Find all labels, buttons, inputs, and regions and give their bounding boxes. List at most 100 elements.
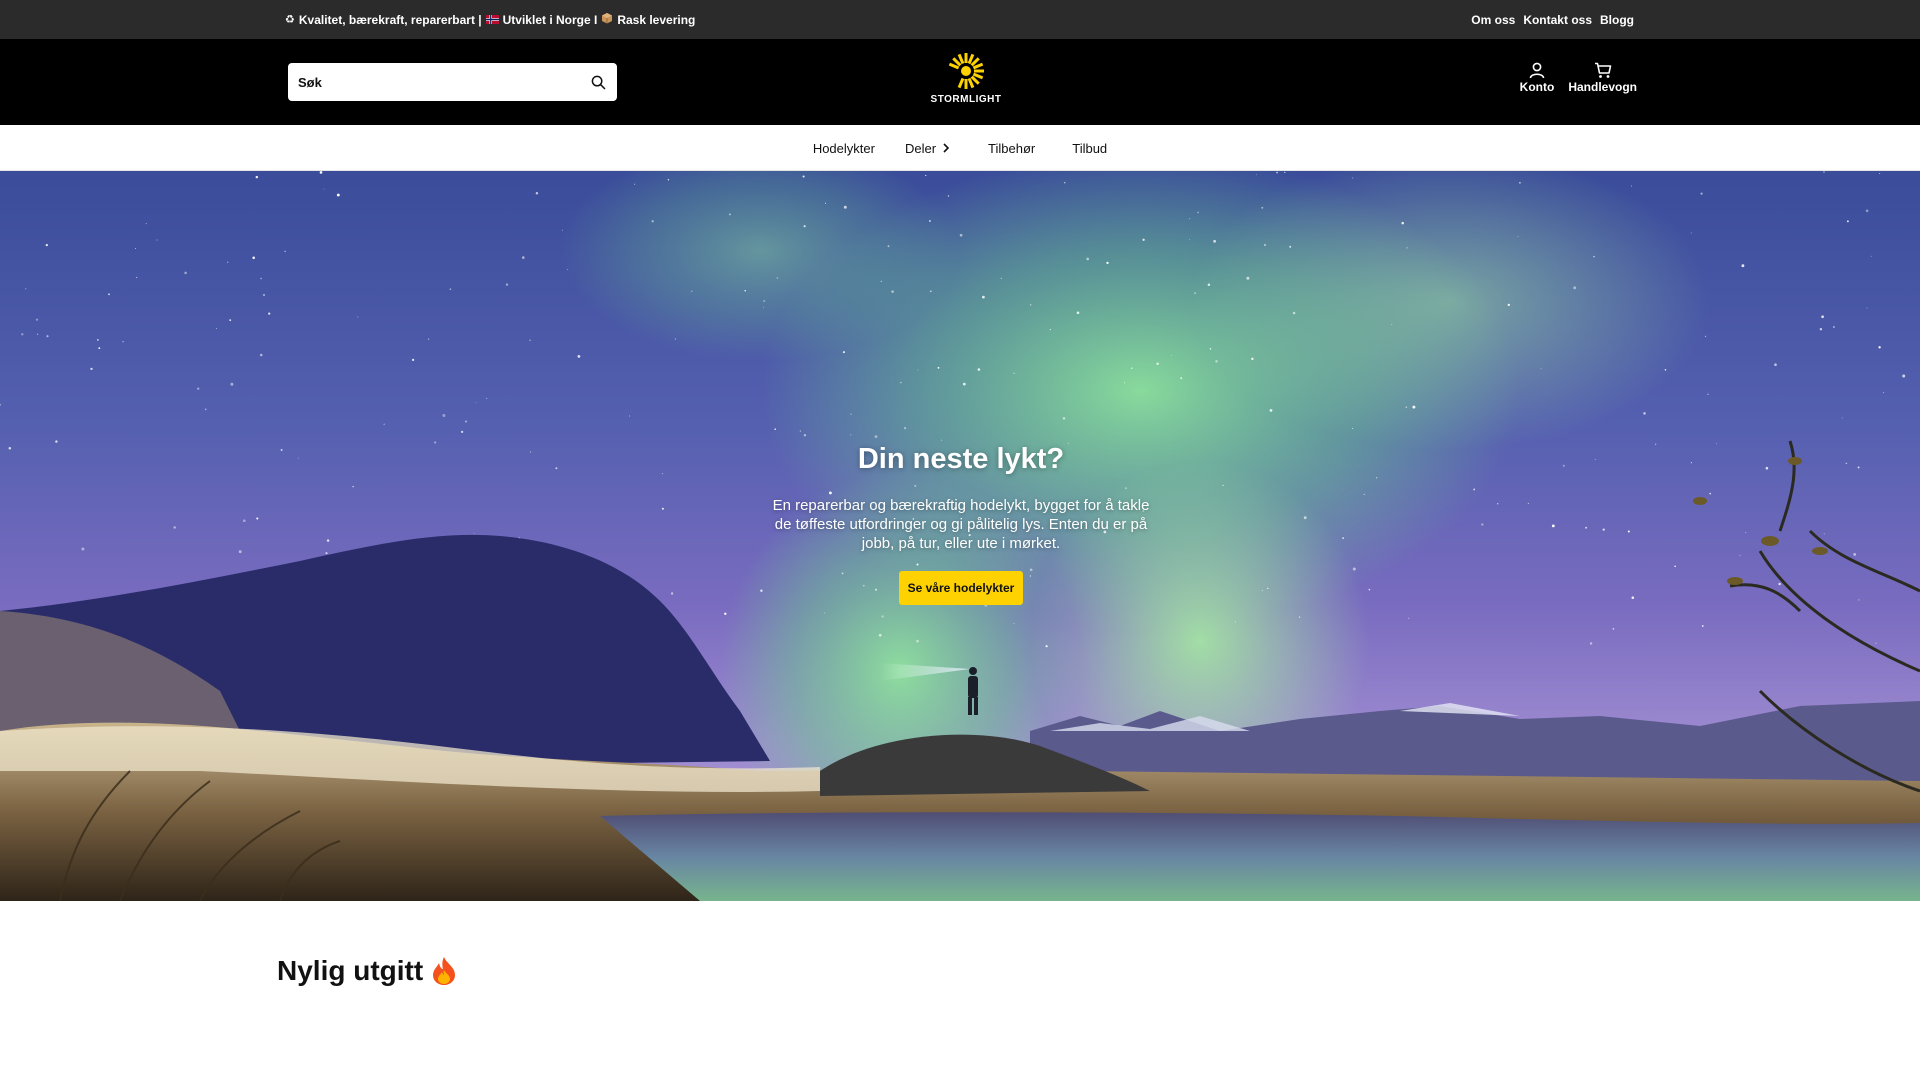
logo-ray bbox=[970, 75, 980, 85]
star bbox=[37, 333, 39, 335]
star bbox=[1473, 488, 1476, 491]
star bbox=[651, 220, 654, 223]
star bbox=[357, 316, 359, 318]
star bbox=[473, 532, 475, 534]
link-om-oss[interactable]: Om oss bbox=[1471, 13, 1515, 27]
star bbox=[1527, 502, 1529, 504]
star bbox=[505, 283, 509, 286]
star bbox=[21, 333, 24, 336]
star bbox=[229, 319, 232, 321]
star bbox=[1879, 172, 1881, 175]
star bbox=[728, 213, 731, 216]
logo-ray bbox=[967, 53, 975, 65]
star bbox=[1142, 238, 1145, 241]
star bbox=[1602, 528, 1605, 531]
star bbox=[900, 381, 902, 384]
star bbox=[1076, 311, 1080, 315]
account-button[interactable]: Konto bbox=[1519, 61, 1555, 94]
stormlight-logo[interactable]: STORMLIGHT bbox=[920, 51, 1012, 113]
announcement-bar: ♻ Kvalitet, bærekraft, reparerbart | Utv… bbox=[0, 0, 1920, 39]
star bbox=[284, 250, 286, 253]
star bbox=[1701, 625, 1704, 627]
star bbox=[763, 299, 766, 303]
star bbox=[1251, 357, 1254, 361]
see-headlamps-button[interactable]: Se våre hodelykter bbox=[898, 571, 1024, 605]
logo-ray bbox=[967, 77, 975, 89]
account-label: Konto bbox=[1519, 80, 1555, 94]
star bbox=[1352, 427, 1354, 429]
header-actions: Konto Handlevogn bbox=[1520, 61, 1637, 94]
star bbox=[925, 174, 927, 177]
star bbox=[1700, 192, 1703, 195]
star bbox=[242, 519, 246, 523]
section-title-text: Nylig utgitt bbox=[277, 955, 424, 986]
cart-label: Handlevogn bbox=[1568, 80, 1637, 94]
star bbox=[1156, 362, 1159, 366]
search-input[interactable] bbox=[298, 74, 589, 90]
nav-item-deler[interactable]: Deler bbox=[905, 141, 950, 156]
star bbox=[1878, 346, 1881, 349]
star bbox=[1883, 392, 1885, 394]
star bbox=[824, 612, 826, 614]
nav-item-tilbud[interactable]: Tilbud bbox=[1072, 141, 1107, 156]
star bbox=[325, 552, 328, 555]
star bbox=[1408, 617, 1410, 619]
hero-banner: Din neste lykt? En reparerbar og bærekra… bbox=[0, 171, 1920, 901]
star bbox=[45, 243, 48, 247]
star bbox=[1263, 243, 1267, 247]
star bbox=[1171, 354, 1172, 356]
link-blogg[interactable]: Blogg bbox=[1600, 13, 1634, 27]
star bbox=[929, 290, 932, 293]
star bbox=[1368, 588, 1371, 591]
star bbox=[1507, 303, 1510, 307]
star bbox=[1707, 393, 1709, 396]
star bbox=[1857, 466, 1860, 469]
star bbox=[521, 256, 525, 259]
star bbox=[1375, 477, 1378, 479]
star bbox=[1284, 171, 1286, 174]
star bbox=[268, 312, 271, 315]
nav-item-tilbehor[interactable]: Tilbehør bbox=[988, 141, 1035, 156]
star bbox=[1765, 466, 1769, 470]
star bbox=[1299, 616, 1301, 618]
star bbox=[887, 245, 890, 248]
star bbox=[1865, 209, 1869, 213]
cart-button[interactable]: Handlevogn bbox=[1568, 61, 1637, 94]
logo-mark-icon bbox=[948, 53, 984, 89]
star bbox=[108, 293, 110, 296]
promo-part-3: Rask levering bbox=[617, 12, 696, 27]
star bbox=[1833, 326, 1835, 328]
star bbox=[319, 171, 323, 174]
star bbox=[145, 223, 147, 225]
star bbox=[1289, 245, 1292, 248]
star bbox=[1029, 304, 1032, 306]
star bbox=[1739, 554, 1741, 556]
star bbox=[917, 369, 919, 371]
star bbox=[1594, 458, 1596, 460]
star bbox=[226, 261, 229, 263]
star bbox=[803, 225, 806, 228]
nav-item-hodelykter[interactable]: Hodelykter bbox=[813, 141, 875, 156]
star bbox=[977, 368, 981, 371]
star bbox=[1630, 185, 1632, 187]
star bbox=[326, 539, 330, 542]
star bbox=[383, 423, 385, 426]
star bbox=[336, 193, 340, 197]
star bbox=[763, 306, 764, 308]
star bbox=[850, 434, 852, 436]
star bbox=[1593, 255, 1595, 258]
link-kontakt-oss[interactable]: Kontakt oss bbox=[1523, 13, 1592, 27]
star bbox=[555, 467, 558, 470]
star bbox=[947, 195, 950, 197]
star bbox=[903, 426, 907, 430]
star bbox=[1267, 587, 1269, 590]
star bbox=[486, 398, 488, 400]
user-icon bbox=[1529, 61, 1545, 79]
star bbox=[1654, 443, 1657, 446]
star bbox=[122, 341, 124, 343]
star bbox=[1352, 567, 1356, 571]
star bbox=[1049, 329, 1051, 331]
search-icon[interactable] bbox=[589, 73, 607, 91]
star bbox=[1585, 526, 1588, 529]
star bbox=[259, 353, 263, 357]
